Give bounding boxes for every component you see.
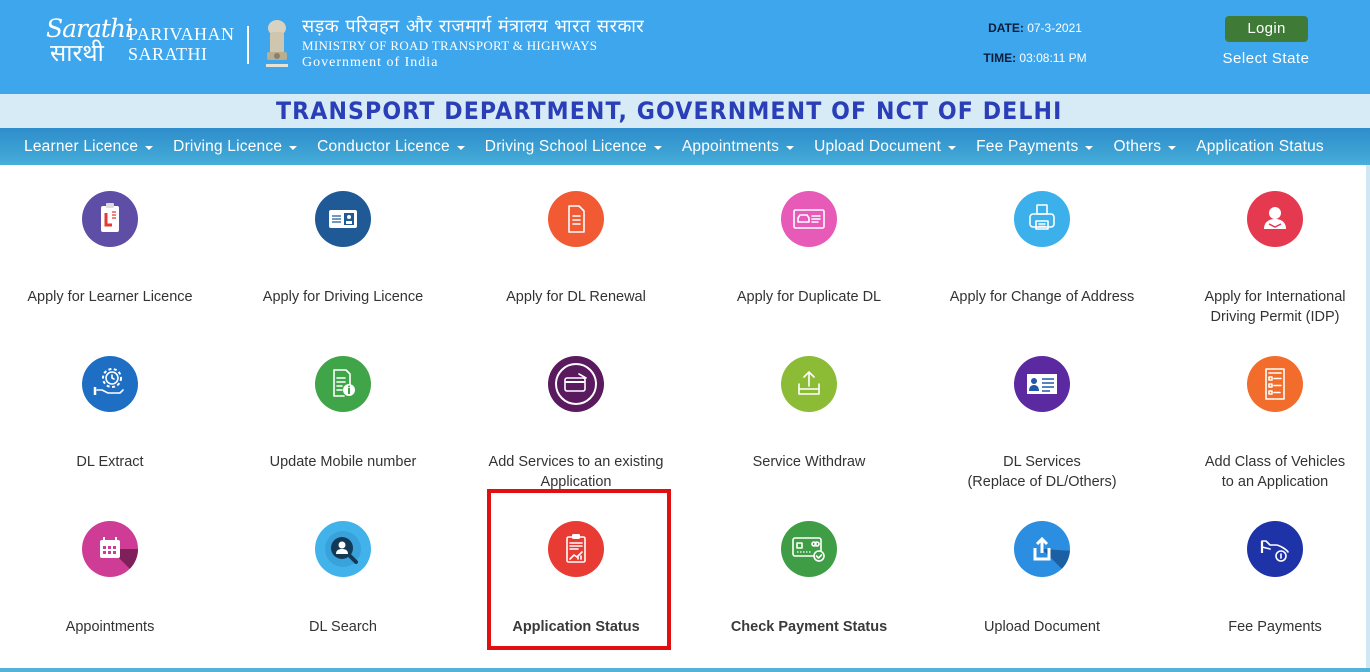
caret-down-icon bbox=[1168, 145, 1177, 150]
time-row: TIME: 03:08:11 PM bbox=[960, 50, 1110, 80]
nav-item-fee-payments[interactable]: Fee Payments bbox=[966, 138, 1103, 156]
date-label: DATE: bbox=[988, 21, 1024, 35]
caret-down-icon bbox=[948, 145, 957, 150]
nav-item-appointments[interactable]: Appointments bbox=[672, 138, 804, 156]
service-label[interactable]: Apply for International Driving Permit (I… bbox=[1165, 287, 1370, 327]
service-label-line: to an Application bbox=[1221, 474, 1329, 490]
nav-item-label: Others bbox=[1113, 137, 1162, 155]
login-button[interactable]: Login bbox=[1225, 16, 1308, 42]
checklist-icon[interactable] bbox=[1247, 356, 1303, 412]
service-label[interactable]: DL Services (Replace of DL/Others) bbox=[932, 452, 1152, 492]
site-header: Sarathi सारथी PARIVAHAN SARATHI सड़क परि… bbox=[0, 0, 1370, 94]
nav-item-driving-school-licence[interactable]: Driving School Licence bbox=[475, 138, 672, 156]
car-card-icon[interactable] bbox=[781, 191, 837, 247]
nav-item-others[interactable]: Others bbox=[1103, 138, 1186, 156]
document-info-icon[interactable] bbox=[315, 356, 371, 412]
nav-item-upload-document[interactable]: Upload Document bbox=[804, 138, 966, 156]
caret-down-icon bbox=[456, 145, 465, 150]
nav-item-label: Application Status bbox=[1196, 137, 1324, 155]
document-icon[interactable] bbox=[548, 191, 604, 247]
select-state-link[interactable]: Select State bbox=[1216, 50, 1316, 67]
service-label[interactable]: Apply for Learner Licence bbox=[0, 287, 220, 307]
id-card-icon[interactable] bbox=[315, 191, 371, 247]
service-label[interactable]: Apply for Driving Licence bbox=[233, 287, 453, 307]
nav-item-label: Appointments bbox=[681, 137, 780, 155]
service-label-line: Add Services to an existing bbox=[488, 454, 664, 470]
date-time: DATE: 07-3-2021 TIME: 03:08:11 PM bbox=[960, 20, 1110, 80]
time-value: 03:08:11 PM bbox=[1019, 51, 1087, 65]
card-hand-icon[interactable] bbox=[548, 356, 604, 412]
service-label[interactable]: Appointments bbox=[0, 617, 220, 637]
service-label[interactable]: DL Extract bbox=[0, 452, 220, 472]
national-emblem-icon bbox=[266, 20, 288, 67]
printer-icon[interactable] bbox=[1014, 191, 1070, 247]
service-label-line: Driving Permit (IDP) bbox=[1210, 309, 1340, 325]
service-label[interactable]: Upload Document bbox=[932, 617, 1152, 637]
header-divider bbox=[247, 26, 249, 64]
upload-icon[interactable] bbox=[1014, 521, 1070, 577]
logo-text-hindi: सारथी bbox=[50, 39, 104, 67]
gear-hand-icon[interactable] bbox=[82, 356, 138, 412]
main-nav: Learner Licence Driving Licence Conductor … bbox=[0, 128, 1370, 165]
ministry-hindi: सड़क परिवहन और राजमार्ग मंत्रालय भारत सर… bbox=[302, 16, 645, 37]
service-label[interactable]: DL Search bbox=[233, 617, 453, 637]
upload-tray-icon[interactable] bbox=[781, 356, 837, 412]
sarathi-logo[interactable]: Sarathi सारथी bbox=[46, 16, 133, 72]
nav-item-conductor-licence[interactable]: Conductor Licence bbox=[307, 138, 475, 156]
nav-item-label: Upload Document bbox=[814, 137, 942, 155]
service-label-line: DL Services bbox=[1003, 454, 1081, 470]
nav-item-label: Driving Licence bbox=[173, 137, 283, 155]
service-label[interactable]: Update Mobile number bbox=[233, 452, 453, 472]
profile-card-icon[interactable] bbox=[1014, 356, 1070, 412]
service-label[interactable]: Fee Payments bbox=[1165, 617, 1370, 637]
nav-item-application-status[interactable]: Application Status bbox=[1186, 138, 1334, 156]
service-label[interactable]: Apply for DL Renewal bbox=[466, 287, 686, 307]
learner-licence-icon[interactable] bbox=[82, 191, 138, 247]
nav-item-label: Conductor Licence bbox=[317, 137, 450, 155]
date-row: DATE: 07-3-2021 bbox=[960, 20, 1110, 50]
nav-item-label: Driving School Licence bbox=[484, 137, 647, 155]
caret-down-icon bbox=[786, 145, 795, 150]
time-label: TIME: bbox=[983, 51, 1017, 65]
nav-item-driving-licence[interactable]: Driving Licence bbox=[163, 138, 307, 156]
department-title: TRANSPORT DEPARTMENT, GOVERNMENT OF NCT … bbox=[276, 97, 1063, 125]
service-label-line: Add Class of Vehicles bbox=[1204, 454, 1346, 470]
driver-icon[interactable] bbox=[1247, 191, 1303, 247]
caret-down-icon bbox=[145, 145, 154, 150]
ministry-english: MINISTRY OF ROAD TRANSPORT & HIGHWAYS bbox=[302, 38, 598, 53]
ministry-block: सड़क परिवहन और राजमार्ग मंत्रालय भारत सर… bbox=[302, 16, 644, 72]
footer-border bbox=[0, 668, 1370, 672]
service-label-line: (Replace of DL/Others) bbox=[967, 474, 1117, 490]
date-value: 07-3-2021 bbox=[1027, 21, 1082, 35]
brand-name: PARIVAHAN SARATHI bbox=[128, 24, 235, 64]
service-label[interactable]: Apply for Duplicate DL bbox=[699, 287, 919, 307]
caret-down-icon bbox=[1085, 145, 1094, 150]
service-label[interactable]: Check Payment Status bbox=[699, 617, 919, 637]
caret-down-icon bbox=[653, 145, 662, 150]
service-label[interactable]: Apply for Change of Address bbox=[932, 287, 1152, 307]
nav-item-label: Fee Payments bbox=[976, 137, 1079, 155]
caret-down-icon bbox=[289, 145, 298, 150]
highlight-box-application-status bbox=[487, 489, 671, 650]
hand-coin-icon[interactable] bbox=[1247, 521, 1303, 577]
user-search-icon[interactable] bbox=[315, 521, 371, 577]
service-label-line: Apply for International bbox=[1204, 289, 1346, 305]
service-label[interactable]: Service Withdraw bbox=[699, 452, 919, 472]
service-label[interactable]: Add Services to an existing Application bbox=[466, 452, 686, 492]
brand-line-1: PARIVAHAN bbox=[128, 24, 235, 44]
card-check-icon[interactable] bbox=[781, 521, 837, 577]
government-of-india: Government of India bbox=[302, 55, 439, 70]
calendar-icon[interactable] bbox=[82, 521, 138, 577]
nav-item-learner-licence[interactable]: Learner Licence bbox=[14, 138, 163, 156]
nav-item-label: Learner Licence bbox=[24, 137, 139, 155]
service-label[interactable]: Add Class of Vehicles to an Application bbox=[1165, 452, 1370, 492]
page: Sarathi सारथी PARIVAHAN SARATHI सड़क परि… bbox=[0, 0, 1370, 672]
department-band: TRANSPORT DEPARTMENT, GOVERNMENT OF NCT … bbox=[0, 94, 1370, 128]
brand-line-2: SARATHI bbox=[128, 44, 208, 64]
